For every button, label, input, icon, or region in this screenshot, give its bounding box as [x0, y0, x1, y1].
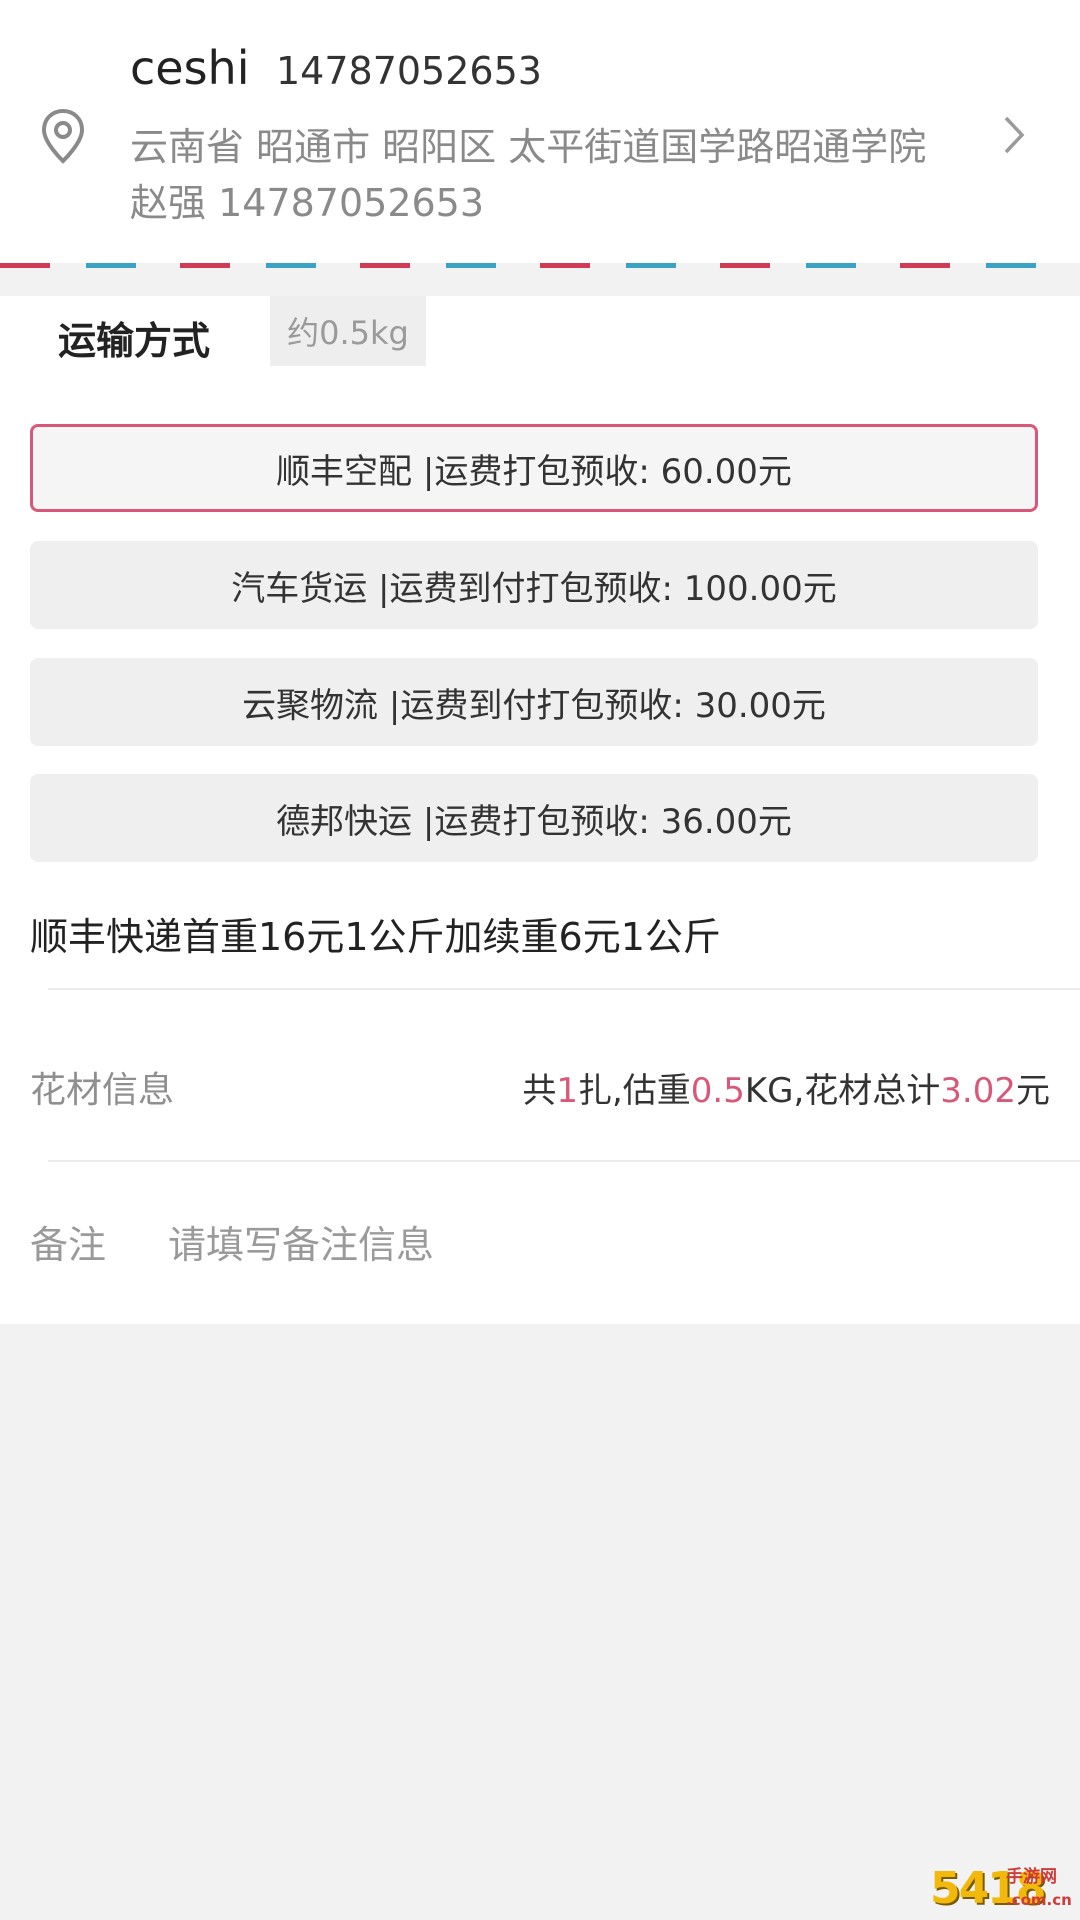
order-page: ceshi 14787052653 云南省 昭通市 昭阳区 太平街道国学路昭通学… [0, 0, 1080, 1920]
remark-label: 备注 [30, 1223, 107, 1267]
divider [48, 1160, 1080, 1162]
shipping-option-yunju[interactable]: 云聚物流 |运费到付打包预收: 30.00元 [30, 658, 1038, 746]
divider [48, 988, 1080, 990]
receiver-name: ceshi [130, 41, 250, 95]
flower-total: 3.02 [940, 1071, 1016, 1111]
summary-prefix: 共 [522, 1071, 557, 1111]
shipping-note: 顺丰快递首重16元1公斤加续重6元1公斤 [30, 915, 721, 959]
airmail-border [0, 263, 1080, 268]
address-contact: 赵强 14787052653 [130, 181, 485, 225]
remark-input[interactable] [168, 1212, 1008, 1278]
bundle-count: 1 [556, 1071, 578, 1111]
weight-badge: 约0.5kg [270, 296, 426, 366]
address-detail: 云南省 昭通市 昭阳区 太平街道国学路昭通学院 [130, 125, 927, 169]
shipping-title: 运输方式 [58, 319, 211, 363]
flower-info-summary: 共1扎,估重0.5KG,花材总计3.02元 [522, 1066, 1050, 1116]
shipping-option-truck[interactable]: 汽车货运 |运费到付打包预收: 100.00元 [30, 541, 1038, 629]
watermark-logo: 5418 手游网 .com.cn [930, 1862, 1078, 1916]
address-card[interactable]: ceshi 14787052653 云南省 昭通市 昭阳区 太平街道国学路昭通学… [0, 0, 1080, 263]
order-panel: 运输方式 约0.5kg 顺丰空配 |运费打包预收: 60.00元 汽车货运 |运… [0, 296, 1080, 1324]
weight-unit: KG,花材总计 [744, 1071, 941, 1111]
bundle-unit: 扎,估重 [577, 1071, 691, 1111]
receiver-phone: 14787052653 [276, 49, 542, 93]
location-pin-icon [41, 108, 85, 164]
watermark-domain: .com.cn [1006, 1891, 1072, 1909]
chevron-right-icon[interactable] [994, 112, 1034, 158]
shipping-option-deppon[interactable]: 德邦快运 |运费打包预收: 36.00元 [30, 774, 1038, 862]
estimated-weight: 0.5 [690, 1071, 745, 1111]
currency-unit: 元 [1016, 1071, 1050, 1111]
shipping-option-sf[interactable]: 顺丰空配 |运费打包预收: 60.00元 [30, 424, 1038, 512]
flower-info-label: 花材信息 [30, 1070, 175, 1111]
watermark-text: 手游网 [1006, 1867, 1057, 1887]
